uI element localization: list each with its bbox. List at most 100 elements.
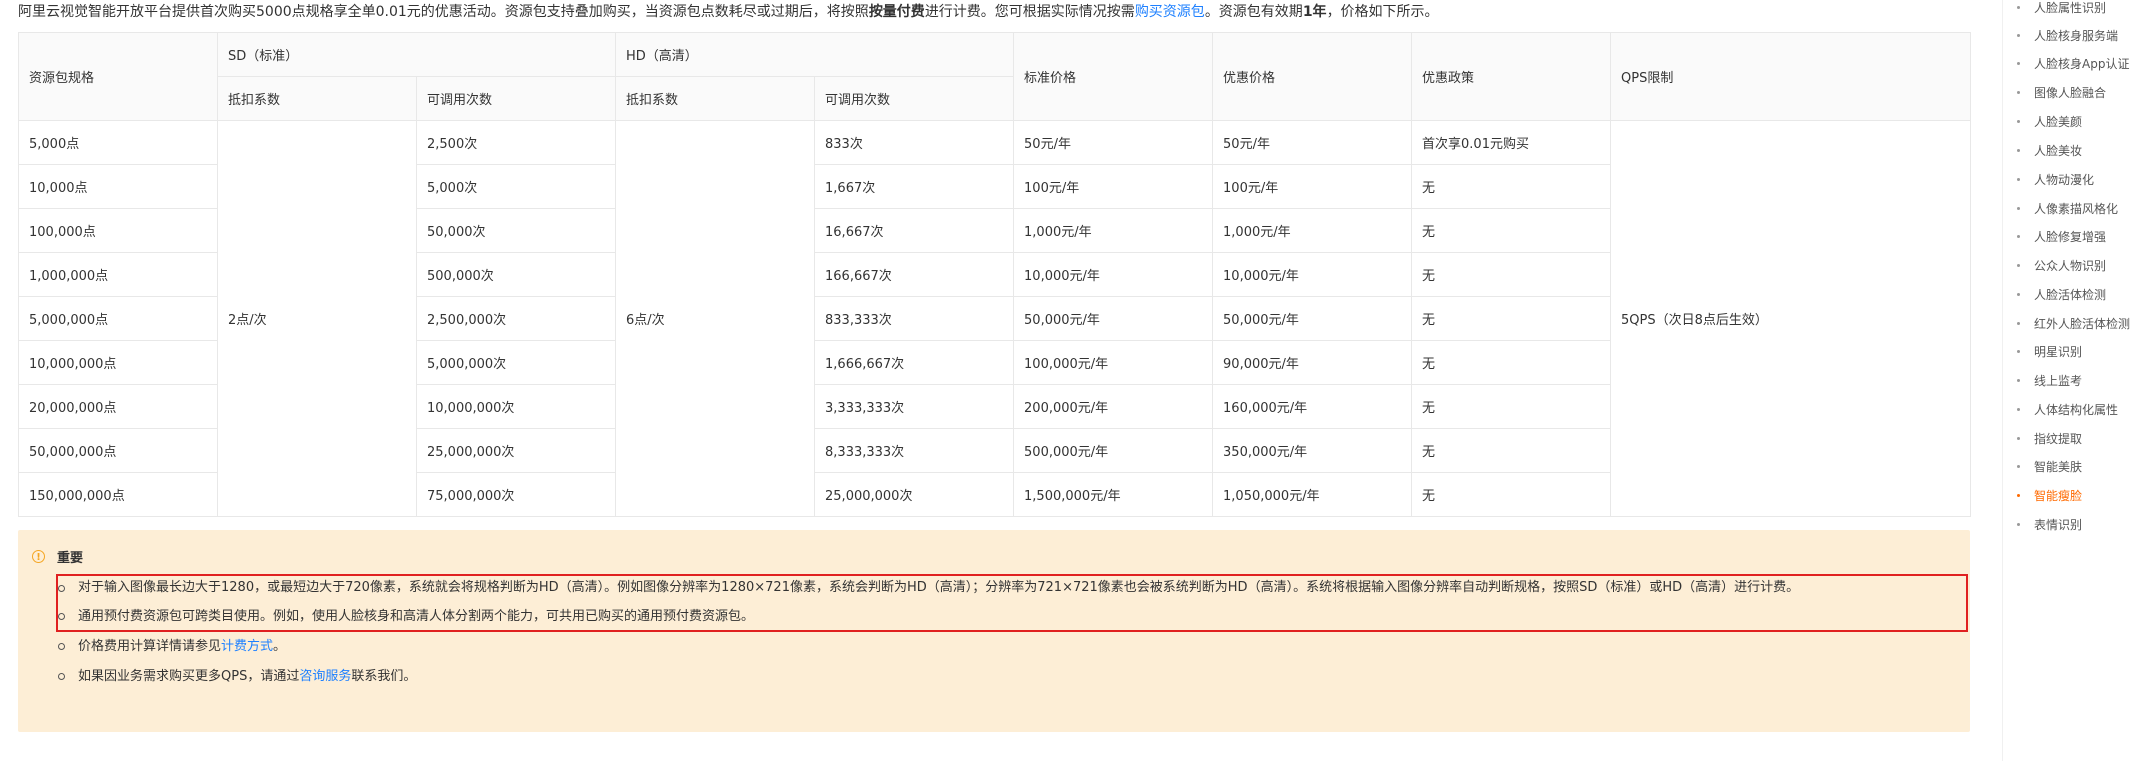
cell-hd-calls: 833次 — [814, 120, 1015, 165]
consulting-service-link[interactable]: 咨询服务 — [299, 669, 351, 684]
cell-sd-calls: 2,500,000次 — [415, 296, 617, 341]
cell-policy: 无 — [1411, 384, 1612, 429]
doc-sidebar: 人脸属性识别 人脸核身服务端 人脸核身App认证 图像人脸融合 人脸美颜 人脸美… — [2002, 0, 2135, 761]
bullet-icon — [58, 613, 65, 620]
cell-discount-price: 50元/年 — [1212, 120, 1413, 165]
bullet-icon — [2017, 90, 2020, 94]
bullet-icon — [2017, 378, 2020, 382]
header-sd: SD（标准） — [216, 32, 617, 77]
cell-spec: 5,000点 — [18, 120, 218, 165]
cell-hd-calls: 166,667次 — [814, 252, 1015, 297]
sidebar-item-public-figure[interactable]: 公众人物识别 — [2017, 255, 2106, 275]
sidebar-item-ir-liveness[interactable]: 红外人脸活体检测 — [2017, 313, 2130, 333]
sidebar-item-body-attributes[interactable]: 人体结构化属性 — [2017, 399, 2118, 419]
sidebar-item-face-slim[interactable]: 智能瘦脸 — [2017, 485, 2082, 505]
sidebar-item-expression[interactable]: 表情识别 — [2017, 514, 2082, 534]
notice-item-2-text: 通用预付费资源包可跨类目使用。例如，使用人脸核身和高清人体分割两个能力，可共用已… — [78, 609, 755, 624]
sidebar-item-celebrity[interactable]: 明星识别 — [2017, 341, 2082, 361]
sidebar-item-label: 人像素描风格化 — [2034, 201, 2119, 216]
cell-policy: 无 — [1411, 208, 1612, 253]
intro-text-3: 。资源包有效期 — [1204, 4, 1303, 20]
sidebar-item-liveness[interactable]: 人脸活体检测 — [2017, 284, 2106, 304]
header-standard-price: 标准价格 — [1013, 32, 1214, 121]
sidebar-item-sketch[interactable]: 人像素描风格化 — [2017, 198, 2118, 218]
cell-hd-calls: 16,667次 — [814, 208, 1015, 253]
bullet-icon — [2017, 349, 2020, 353]
cell-hd-factor: 6点/次 — [615, 120, 816, 517]
sidebar-item-label: 人脸活体检测 — [2034, 287, 2107, 302]
cell-discount-price: 10,000元/年 — [1212, 252, 1413, 297]
cell-standard-price: 1,000元/年 — [1013, 208, 1214, 253]
bullet-icon — [2017, 493, 2020, 497]
sidebar-item-anime[interactable]: 人物动漫化 — [2017, 169, 2094, 189]
bullet-icon — [2017, 522, 2020, 526]
cell-hd-calls: 25,000,000次 — [814, 472, 1015, 517]
billing-method-link[interactable]: 计费方式 — [221, 639, 273, 654]
bullet-icon — [58, 643, 65, 650]
bullet-icon — [2017, 464, 2020, 468]
sidebar-item-label: 公众人物识别 — [2034, 258, 2107, 273]
table-row: 5,000点 2点/次 2,500次 6点/次 833次 50元/年 50元/年… — [18, 120, 1972, 517]
notice-item-4-pre: 如果因业务需求购买更多QPS，请通过 — [78, 669, 300, 684]
sidebar-item-label: 人脸美妆 — [2034, 143, 2083, 158]
notice-item-cross-category: 通用预付费资源包可跨类目使用。例如，使用人脸核身和高清人体分割两个能力，可共用已… — [56, 602, 1956, 632]
cell-standard-price: 50元/年 — [1013, 120, 1214, 165]
cell-spec: 20,000,000点 — [18, 384, 218, 429]
sidebar-item-label: 智能瘦脸 — [2034, 488, 2083, 503]
bullet-icon — [2017, 33, 2020, 37]
cell-standard-price: 10,000元/年 — [1013, 252, 1214, 297]
notice-item-3-pre: 价格费用计算详情请参见 — [78, 639, 222, 654]
notice-title: 重要 — [57, 550, 84, 566]
cell-sd-calls: 5,000,000次 — [415, 340, 617, 385]
cell-standard-price: 100元/年 — [1013, 164, 1214, 209]
sidebar-item-label: 线上监考 — [2034, 373, 2083, 388]
cell-sd-calls: 5,000次 — [415, 164, 617, 209]
cell-spec: 10,000点 — [18, 164, 218, 209]
sidebar-item-label: 人脸核身App认证 — [2034, 56, 2130, 71]
cell-policy: 首次享0.01元购买 — [1411, 120, 1612, 165]
sidebar-item-proctoring[interactable]: 线上监考 — [2017, 370, 2082, 390]
header-policy: 优惠政策 — [1411, 32, 1612, 121]
cell-discount-price: 1,050,000元/年 — [1212, 472, 1413, 517]
sidebar-item-face-merge[interactable]: 图像人脸融合 — [2017, 82, 2106, 102]
sidebar-item-label: 指纹提取 — [2034, 431, 2083, 446]
sidebar-item-label: 人体结构化属性 — [2034, 402, 2119, 417]
cell-hd-calls: 8,333,333次 — [814, 428, 1015, 473]
sidebar-item-fingerprint[interactable]: 指纹提取 — [2017, 428, 2082, 448]
sidebar-item-face-verify-app[interactable]: 人脸核身App认证 — [2017, 53, 2129, 73]
cell-spec: 10,000,000点 — [18, 340, 218, 385]
cell-sd-calls: 500,000次 — [415, 252, 617, 297]
sidebar-item-face-verify-server[interactable]: 人脸核身服务端 — [2017, 25, 2118, 45]
sidebar-item-face-restore[interactable]: 人脸修复增强 — [2017, 226, 2106, 246]
intro-text-4: ，价格如下所示。 — [1326, 4, 1439, 20]
header-hd-calls: 可调用次数 — [814, 76, 1015, 121]
cell-spec: 100,000点 — [18, 208, 218, 253]
header-hd-factor: 抵扣系数 — [615, 76, 816, 121]
cell-sd-factor: 2点/次 — [217, 120, 417, 517]
cell-spec: 1,000,000点 — [18, 252, 218, 297]
cell-standard-price: 200,000元/年 — [1013, 384, 1214, 429]
intro-paragraph: 阿里云视觉智能开放平台提供首次购买5000点规格享全单0.01元的优惠活动。资源… — [18, 2, 1978, 22]
cell-sd-calls: 2,500次 — [415, 120, 617, 165]
notice-header: ! 重要 — [32, 546, 83, 566]
sidebar-item-label: 人物动漫化 — [2034, 172, 2095, 187]
bullet-icon — [58, 673, 65, 680]
cell-discount-price: 90,000元/年 — [1212, 340, 1413, 385]
sidebar-item-face-attributes[interactable]: 人脸属性识别 — [2017, 0, 2106, 17]
sidebar-item-face-makeup[interactable]: 人脸美妆 — [2017, 140, 2082, 160]
sidebar-item-label: 人脸修复增强 — [2034, 229, 2107, 244]
cell-discount-price: 1,000元/年 — [1212, 208, 1413, 253]
cell-discount-price: 160,000元/年 — [1212, 384, 1413, 429]
cell-discount-price: 350,000元/年 — [1212, 428, 1413, 473]
cell-hd-calls: 1,667次 — [814, 164, 1015, 209]
cell-policy: 无 — [1411, 472, 1612, 517]
sidebar-item-skin-beauty[interactable]: 智能美肤 — [2017, 456, 2082, 476]
buy-resource-pack-link[interactable]: 购买资源包 — [1135, 4, 1205, 20]
header-hd: HD（高清） — [615, 32, 1015, 77]
header-sd-calls: 可调用次数 — [415, 76, 617, 121]
cell-spec: 150,000,000点 — [18, 472, 218, 517]
sidebar-item-face-beauty[interactable]: 人脸美颜 — [2017, 111, 2082, 131]
bullet-icon — [58, 585, 65, 592]
header-qps: QPS限制 — [1610, 32, 1972, 121]
sidebar-item-label: 明星识别 — [2034, 344, 2083, 359]
